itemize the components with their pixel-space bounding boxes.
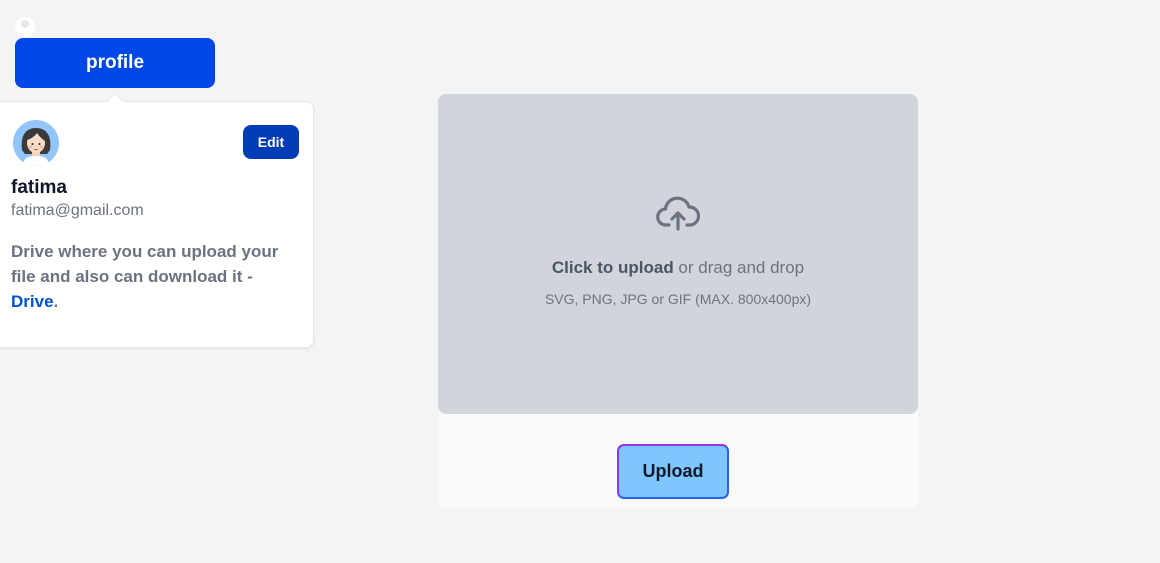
description-end: .: [53, 292, 59, 311]
description-text: Drive where you can upload your file and…: [11, 242, 279, 286]
cloud-upload-icon: [656, 196, 700, 231]
profile-button[interactable]: profile: [15, 38, 215, 88]
drive-link[interactable]: Drive: [11, 292, 54, 311]
click-to-upload: Click to upload: [551, 258, 674, 277]
avatar-icon: [13, 120, 59, 166]
drag-and-drop-text: or drag and drop: [673, 258, 805, 277]
upload-formats: SVG, PNG, JPG or GIF (MAX. 800x400px): [544, 291, 812, 307]
upload-instruction: Click to upload or drag and drop: [438, 258, 918, 278]
upload-button[interactable]: Upload: [617, 444, 729, 499]
user-description: Drive where you can upload your file and…: [11, 239, 301, 314]
user-email: fatima@gmail.com: [11, 202, 144, 219]
dropzone[interactable]: [438, 94, 918, 414]
user-icon: [15, 17, 35, 37]
edit-button[interactable]: Edit: [243, 125, 299, 159]
user-name: fatima: [11, 177, 67, 198]
